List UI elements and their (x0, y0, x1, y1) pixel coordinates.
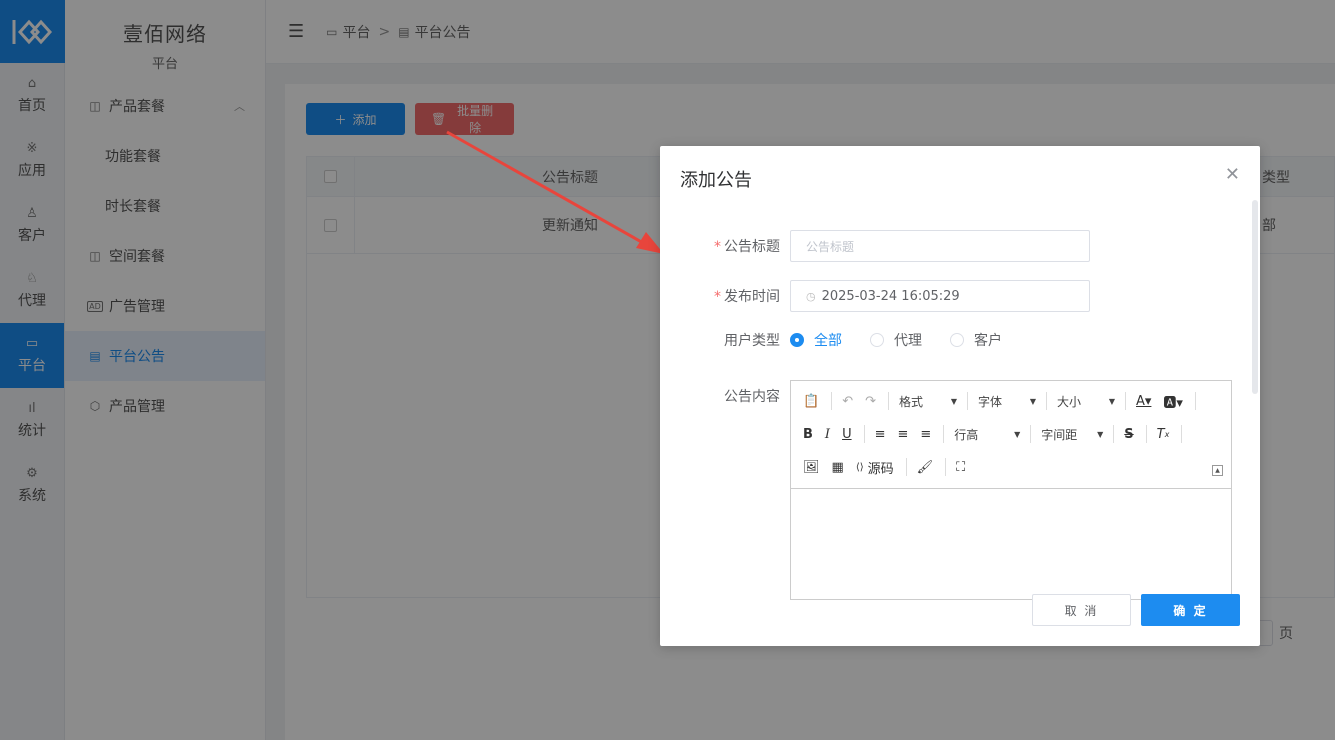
cancel-button[interactable]: 取 消 (1032, 594, 1131, 626)
image-icon[interactable]: 🖼 (803, 460, 820, 475)
radio-customer[interactable]: 客户 (950, 330, 1002, 350)
title-row: * 公告标题 公告标题 (660, 230, 1090, 262)
source-code-button[interactable]: ⟨⟩ 源码 (856, 458, 894, 477)
user-type-row: 用户类型 全部 代理 客户 (660, 330, 1002, 350)
font-color-icon[interactable]: A▾ (1136, 394, 1151, 409)
time-label: * 发布时间 (714, 289, 780, 305)
font-select[interactable]: 字体 ▼ (978, 393, 1036, 410)
background-color-icon[interactable]: 🅰▾ (1163, 392, 1183, 411)
italic-icon[interactable]: I (825, 427, 830, 442)
user-type-label: 用户类型 (724, 333, 780, 349)
content-row: 公告内容 (660, 386, 790, 406)
align-center-icon[interactable]: ≡ (897, 427, 908, 442)
format-painter-icon[interactable]: 🖌 (917, 460, 934, 475)
format-select[interactable]: 格式 ▼ (899, 393, 957, 410)
strikethrough-icon[interactable]: S (1124, 427, 1133, 442)
dialog-footer: 取 消 确 定 (1032, 594, 1240, 626)
fullscreen-icon[interactable]: ⛶ (956, 460, 965, 475)
rich-text-editor: 📋 ↶ ↷ 格式 ▼ 字体 ▼ 大小 ▼ A▾ 🅰▾ B I U ≡ ≡ ≡ 行… (790, 380, 1232, 600)
time-row: * 发布时间 ◷ 2025-03-24 16:05:29 (660, 280, 1090, 312)
close-icon[interactable]: ✕ (1225, 164, 1240, 185)
content-label: 公告内容 (724, 389, 780, 405)
underline-icon[interactable]: U (842, 427, 852, 442)
toolbar-collapse-icon[interactable]: ▲ (1212, 465, 1223, 476)
bold-icon[interactable]: B (803, 427, 813, 442)
dialog-scrollbar[interactable] (1252, 200, 1258, 394)
redo-icon[interactable]: ↷ (865, 394, 876, 409)
undo-icon[interactable]: ↶ (842, 394, 853, 409)
title-input[interactable]: 公告标题 (790, 230, 1090, 262)
clear-format-icon[interactable]: Tx (1157, 427, 1170, 442)
editor-toolbar: 📋 ↶ ↷ 格式 ▼ 字体 ▼ 大小 ▼ A▾ 🅰▾ B I U ≡ ≡ ≡ 行… (791, 381, 1231, 489)
radio-agent[interactable]: 代理 (870, 330, 922, 350)
code-icon: ⟨⟩ (855, 461, 864, 473)
publish-time-value: 2025-03-24 16:05:29 (821, 288, 960, 304)
user-type-radio-group: 全部 代理 客户 (790, 330, 1002, 350)
size-select[interactable]: 大小 ▼ (1057, 393, 1115, 410)
title-label: * 公告标题 (714, 239, 780, 255)
confirm-button[interactable]: 确 定 (1141, 594, 1240, 626)
add-notice-dialog: 添加公告 ✕ * 公告标题 公告标题 * 发布时间 ◷ 2025-03-24 16:… (660, 146, 1260, 646)
dialog-title: 添加公告 (680, 170, 752, 191)
editor-body[interactable] (791, 489, 1231, 599)
letter-spacing-select[interactable]: 字间距 ▼ (1041, 426, 1103, 443)
line-height-select[interactable]: 行高 ▼ (954, 426, 1020, 443)
paste-icon[interactable]: 📋 (803, 394, 819, 409)
radio-all[interactable]: 全部 (790, 330, 842, 350)
align-right-icon[interactable]: ≡ (920, 427, 931, 442)
table-icon[interactable]: ▦ (832, 460, 844, 475)
publish-time-input[interactable]: ◷ 2025-03-24 16:05:29 (790, 280, 1090, 312)
clock-icon: ◷ (806, 289, 816, 303)
align-left-icon[interactable]: ≡ (875, 427, 886, 442)
